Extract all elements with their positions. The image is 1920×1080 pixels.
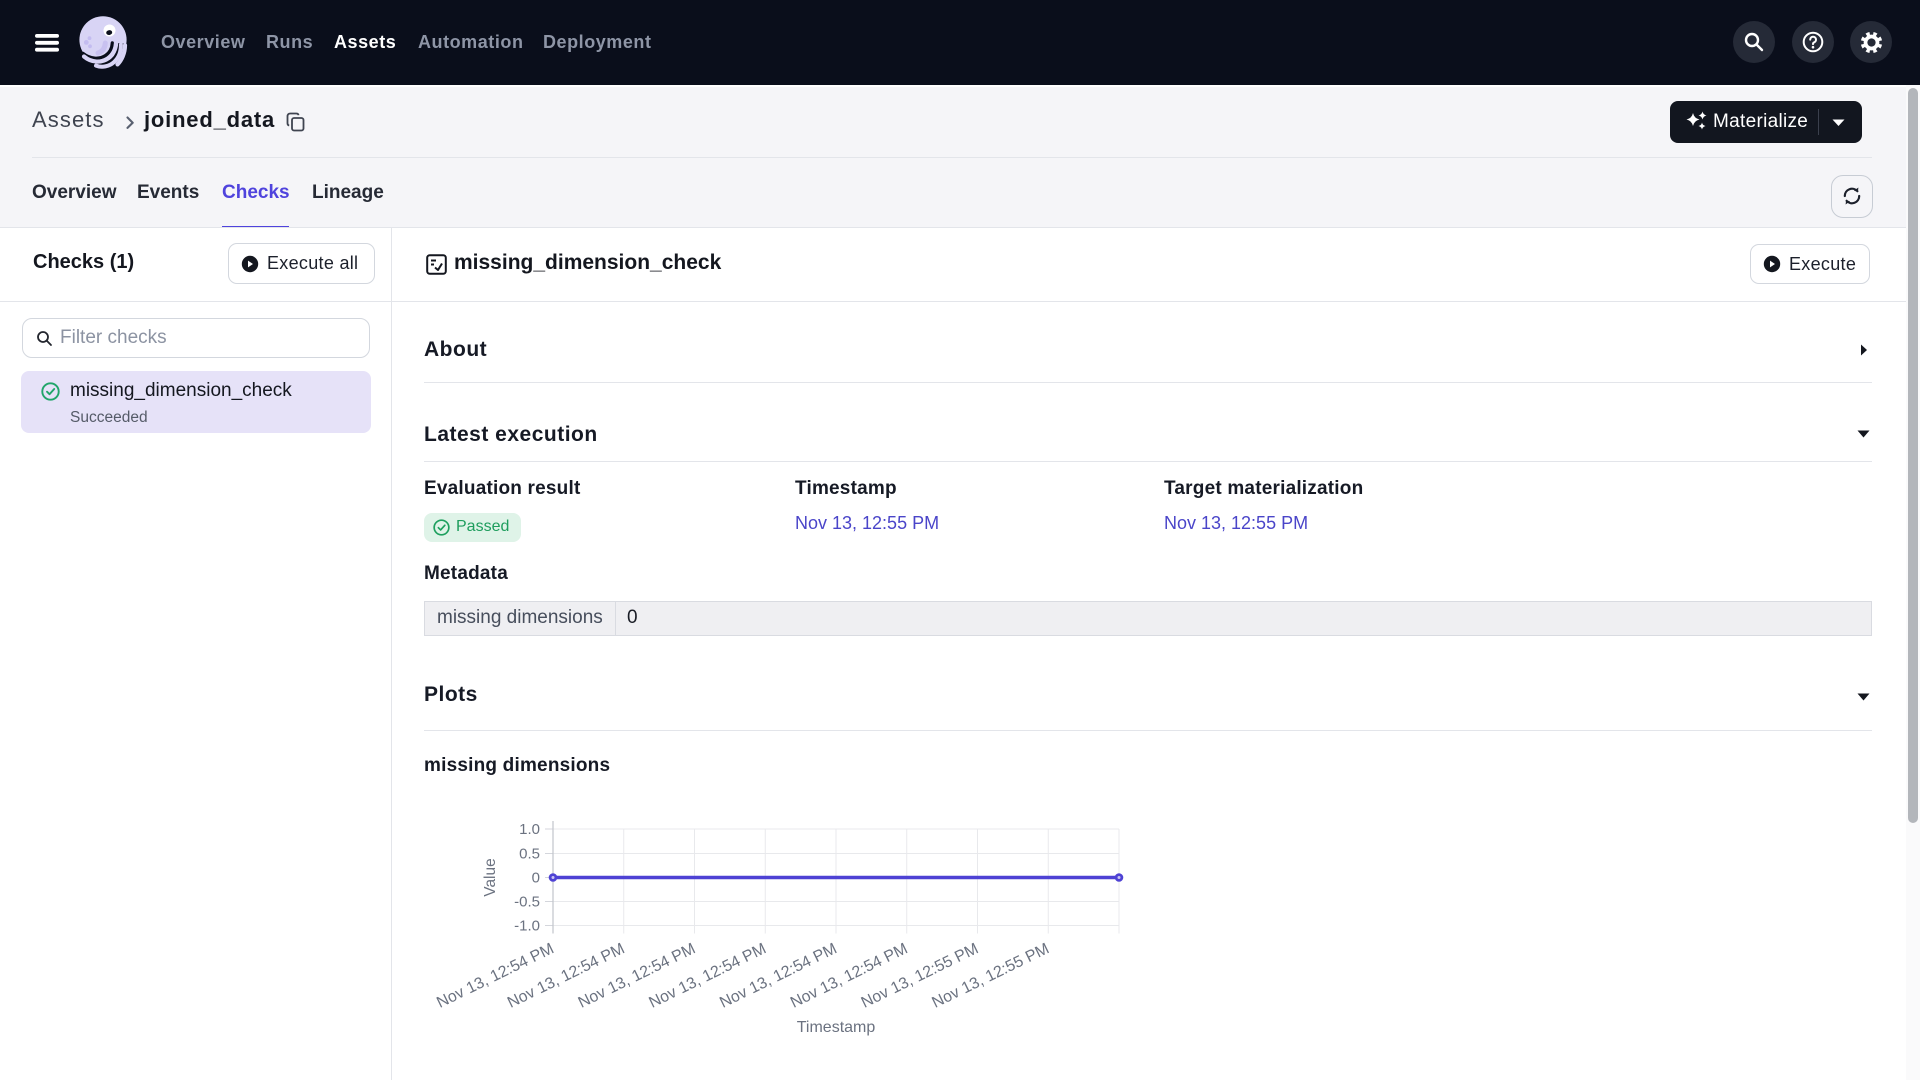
svg-text:Nov 13, 12:54 PM: Nov 13, 12:54 PM bbox=[788, 940, 911, 1011]
svg-text:Nov 13, 12:55 PM: Nov 13, 12:55 PM bbox=[859, 940, 982, 1011]
svg-text:-1.0: -1.0 bbox=[514, 918, 540, 935]
svg-text:1.0: 1.0 bbox=[519, 821, 540, 838]
svg-text:Nov 13, 12:54 PM: Nov 13, 12:54 PM bbox=[505, 940, 628, 1011]
svg-text:Timestamp: Timestamp bbox=[797, 1019, 876, 1036]
svg-text:-0.5: -0.5 bbox=[514, 894, 540, 911]
svg-text:Nov 13, 12:54 PM: Nov 13, 12:54 PM bbox=[576, 940, 699, 1011]
svg-text:0: 0 bbox=[532, 870, 540, 887]
svg-text:Value: Value bbox=[482, 858, 499, 897]
svg-text:Nov 13, 12:54 PM: Nov 13, 12:54 PM bbox=[717, 940, 840, 1011]
svg-text:0.5: 0.5 bbox=[519, 846, 540, 863]
svg-text:Nov 13, 12:54 PM: Nov 13, 12:54 PM bbox=[434, 940, 557, 1011]
svg-text:Nov 13, 12:54 PM: Nov 13, 12:54 PM bbox=[646, 940, 769, 1011]
svg-text:Nov 13, 12:55 PM: Nov 13, 12:55 PM bbox=[929, 940, 1052, 1011]
